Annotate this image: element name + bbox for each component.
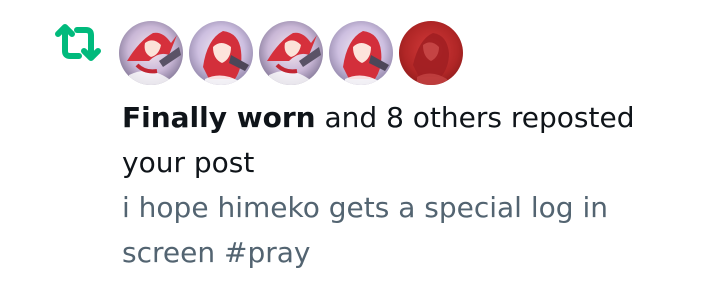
repost-notification[interactable]: Finally worn and 8 others reposted your … [0, 0, 716, 292]
notification-text: Finally worn and 8 others reposted your … [122, 95, 702, 275]
repost-icon [54, 24, 102, 62]
post-preview[interactable]: i hope himeko gets a special log in scre… [122, 185, 702, 275]
notification-headline: Finally worn and 8 others reposted your … [122, 95, 702, 185]
avatar-2[interactable] [189, 21, 253, 85]
actor-name-link[interactable]: Finally worn [122, 101, 316, 134]
avatar-5[interactable] [399, 21, 463, 85]
avatar-1[interactable] [119, 21, 183, 85]
avatar-4[interactable] [329, 21, 393, 85]
avatar-3[interactable] [259, 21, 323, 85]
avatar-stack [119, 21, 463, 85]
